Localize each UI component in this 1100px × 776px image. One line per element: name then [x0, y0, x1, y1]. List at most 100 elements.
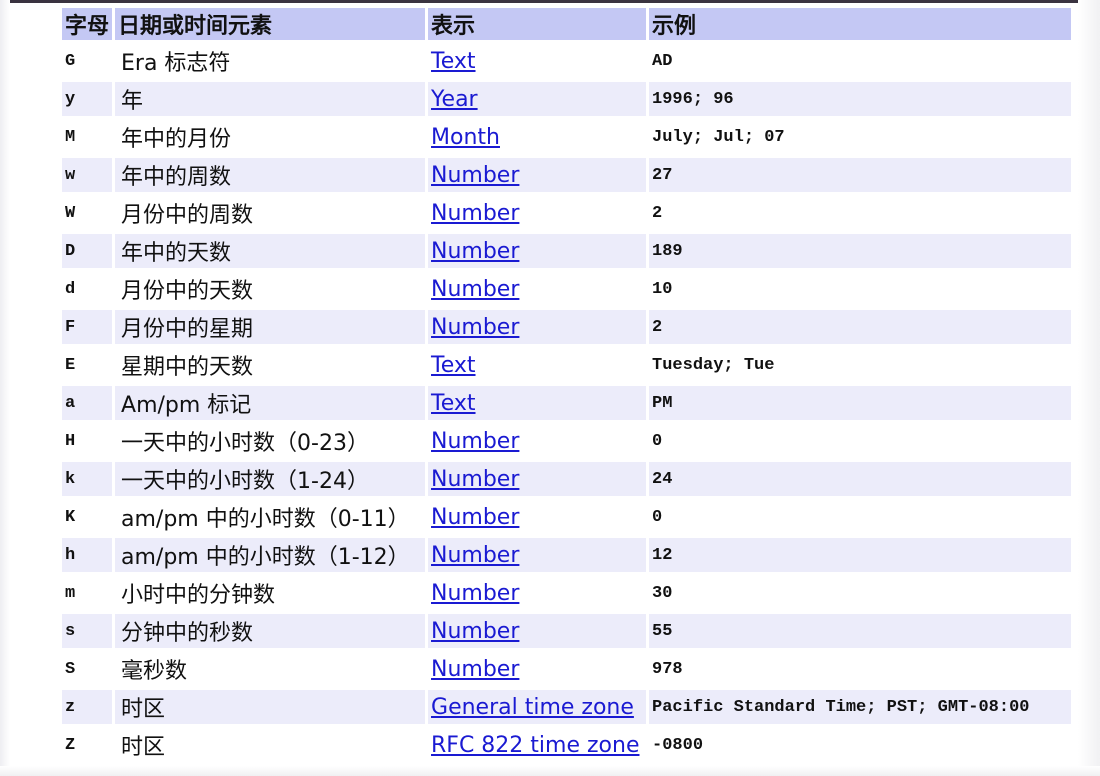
example-value: Pacific Standard Time; PST; GMT-08:00 — [649, 690, 1072, 724]
pattern-letter: k — [62, 462, 113, 496]
presentation-cell: Number — [428, 272, 646, 306]
example-value: 2 — [649, 310, 1072, 344]
example-value: Tuesday; Tue — [652, 355, 775, 375]
header-element: 日期或时间元素 — [115, 8, 426, 40]
pattern-letter: K — [65, 507, 76, 527]
date-time-element: 一天中的小时数（1-24） — [115, 462, 426, 496]
example-value: -0800 — [652, 735, 704, 755]
example-value: PM — [649, 386, 1072, 420]
table-row: H 一天中的小时数（0-23） Number 0 — [62, 424, 1071, 458]
pattern-letter: m — [65, 583, 76, 603]
presentation-cell: Number — [428, 614, 647, 648]
presentation-cell: Number — [428, 462, 647, 496]
presentation-cell: Year — [428, 82, 647, 116]
window-top-border — [0, 0, 1100, 3]
example-value: 10 — [652, 279, 673, 299]
presentation-cell: General time zone — [428, 690, 647, 724]
pattern-letter: E — [65, 355, 76, 375]
presentation-link[interactable]: General time zone — [431, 695, 634, 720]
pattern-letter: Z — [65, 735, 76, 755]
pattern-letter: M — [65, 127, 76, 147]
presentation-link[interactable]: RFC 822 time zone — [431, 733, 639, 758]
presentation-link[interactable]: Number — [431, 201, 519, 226]
presentation-link[interactable]: Number — [431, 467, 519, 492]
presentation-cell: Number — [428, 424, 646, 458]
date-time-element: 星期中的天数 — [121, 355, 254, 380]
presentation-cell: Number — [428, 576, 646, 610]
table-row: d 月份中的天数 Number 10 — [62, 272, 1071, 306]
date-time-element: 时区 — [115, 690, 426, 724]
date-time-element: 年中的月份 — [121, 127, 232, 152]
pattern-letter: F — [62, 310, 113, 344]
left-edge-shade — [0, 0, 10, 776]
table-row: W 月份中的周数 Number 2 — [62, 196, 1071, 230]
header-letter: 字母 — [62, 8, 113, 40]
header-presentation: 表示 — [428, 8, 647, 40]
table-row: F 月份中的星期 Number 2 — [62, 310, 1072, 344]
date-time-element: am/pm 中的小时数（1-12） — [115, 538, 426, 572]
pattern-letter: S — [65, 659, 76, 679]
presentation-cell: Text — [428, 44, 646, 78]
presentation-cell: Number — [428, 538, 647, 572]
example-value: 0 — [652, 431, 663, 451]
example-value: 189 — [649, 234, 1072, 268]
date-time-element: 一天中的小时数（0-23） — [121, 431, 369, 456]
presentation-link[interactable]: Text — [431, 49, 476, 74]
pattern-letter: y — [62, 82, 113, 116]
date-time-element: Era 标志符 — [121, 51, 231, 76]
presentation-link[interactable]: Number — [431, 239, 519, 264]
header-example: 示例 — [649, 8, 1072, 40]
pattern-letter: w — [62, 158, 113, 192]
example-value: 0 — [652, 507, 663, 527]
example-value: 55 — [649, 614, 1072, 648]
example-value: 978 — [652, 659, 683, 679]
pattern-letter: z — [62, 690, 113, 724]
presentation-cell: Text — [428, 348, 646, 382]
presentation-cell: Number — [428, 234, 647, 268]
presentation-link[interactable]: Number — [431, 505, 519, 530]
example-value: 2 — [652, 203, 663, 223]
presentation-link[interactable]: Number — [431, 163, 519, 188]
presentation-link[interactable]: Year — [431, 87, 478, 112]
presentation-link[interactable]: Number — [431, 657, 519, 682]
example-value: 27 — [649, 158, 1072, 192]
date-time-element: 分钟中的秒数 — [115, 614, 426, 648]
presentation-cell: Number — [428, 500, 646, 534]
date-time-element: Am/pm 标记 — [115, 386, 426, 420]
example-value: 24 — [649, 462, 1072, 496]
date-time-element: 月份中的周数 — [121, 203, 254, 228]
presentation-link[interactable]: Number — [431, 543, 519, 568]
table-row: m 小时中的分钟数 Number 30 — [62, 576, 1071, 610]
example-value: July; Jul; 07 — [652, 127, 785, 147]
presentation-link[interactable]: Number — [431, 619, 519, 644]
example-value: 1996; 96 — [649, 82, 1072, 116]
date-time-element: am/pm 中的小时数（0-11） — [121, 507, 410, 532]
presentation-link[interactable]: Number — [431, 315, 519, 340]
table-row: y 年 Year 1996; 96 — [62, 82, 1072, 116]
table-row: G Era 标志符 Text AD — [62, 44, 1071, 78]
presentation-cell: RFC 822 time zone — [428, 728, 646, 762]
presentation-link[interactable]: Text — [431, 391, 476, 416]
table-row: E 星期中的天数 Text Tuesday; Tue — [62, 348, 1071, 382]
example-value: 30 — [652, 583, 673, 603]
date-time-element: 毫秒数 — [121, 659, 188, 684]
pattern-letter: d — [65, 279, 76, 299]
presentation-link[interactable]: Number — [431, 429, 519, 454]
table-row: a Am/pm 标记 Text PM — [62, 386, 1072, 420]
presentation-cell: Month — [428, 120, 646, 154]
presentation-link[interactable]: Number — [431, 581, 519, 606]
presentation-cell: Number — [428, 158, 647, 192]
table-row: h am/pm 中的小时数（1-12） Number 12 — [62, 538, 1072, 572]
table-row: M 年中的月份 Month July; Jul; 07 — [62, 120, 1071, 154]
presentation-link[interactable]: Number — [431, 277, 519, 302]
example-value: AD — [652, 51, 673, 71]
date-time-element: 时区 — [121, 735, 166, 760]
pattern-letter: s — [62, 614, 113, 648]
presentation-link[interactable]: Month — [431, 125, 500, 150]
example-value: 12 — [649, 538, 1072, 572]
bottom-edge-shade — [0, 766, 1100, 776]
table-row: Kam/pm 中的小时数（0-11） Number 0 — [62, 500, 1071, 534]
date-time-element: 月份中的天数 — [121, 279, 254, 304]
pattern-letter: h — [62, 538, 113, 572]
presentation-link[interactable]: Text — [431, 353, 476, 378]
